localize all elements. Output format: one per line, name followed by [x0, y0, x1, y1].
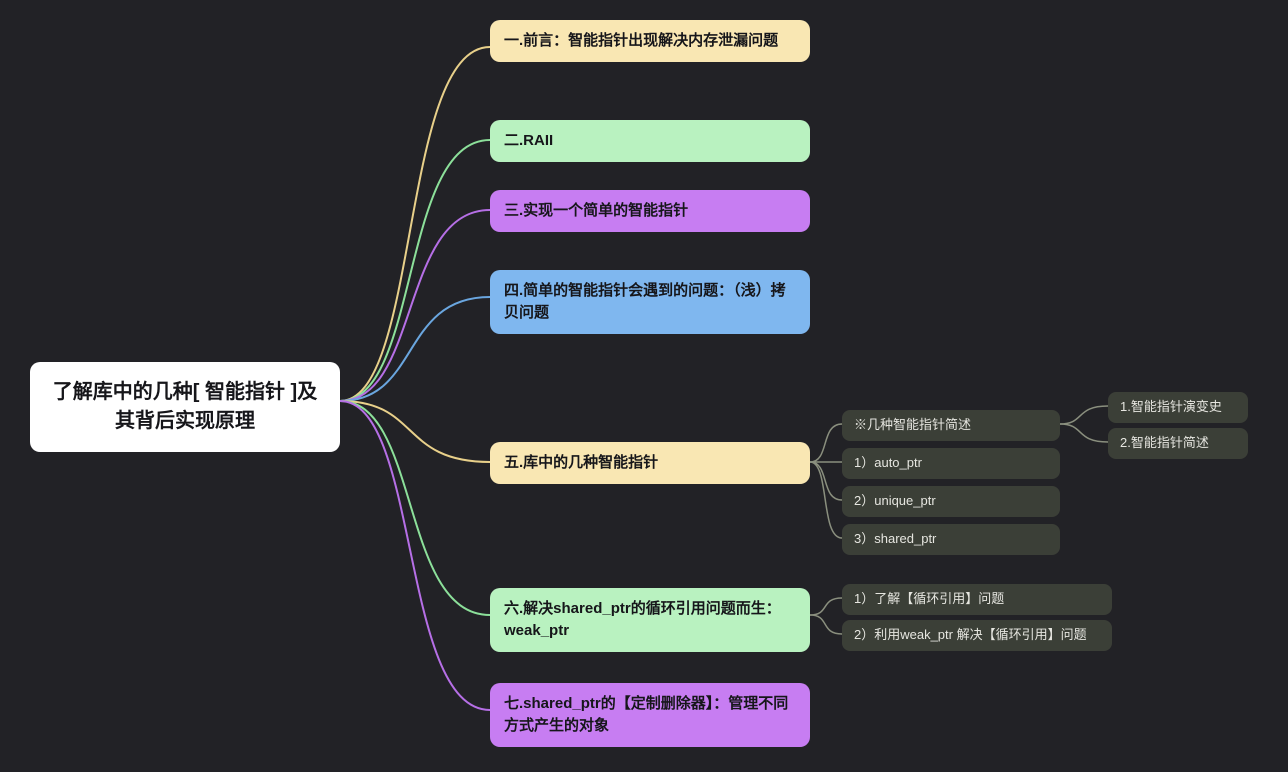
root-node[interactable]: 了解库中的几种[ 智能指针 ]及其背后实现原理: [30, 362, 340, 452]
branch-3-label: 三.实现一个简单的智能指针: [504, 202, 688, 219]
branch-5-grandchild-0-label: 1.智能指针演变史: [1120, 399, 1222, 414]
branch-2[interactable]: 二.RAII: [490, 120, 810, 162]
branch-5-label: 五.库中的几种智能指针: [504, 454, 658, 471]
root-title: 了解库中的几种[ 智能指针 ]及其背后实现原理: [53, 381, 317, 432]
branch-5-child-3[interactable]: 3）shared_ptr: [842, 524, 1060, 555]
branch-5-grandchild-1-label: 2.智能指针简述: [1120, 435, 1209, 450]
mindmap-canvas: 了解库中的几种[ 智能指针 ]及其背后实现原理 一.前言：智能指针出现解决内存泄…: [0, 0, 1288, 772]
branch-4[interactable]: 四.简单的智能指针会遇到的问题：（浅）拷贝问题: [490, 270, 810, 334]
branch-4-label: 四.简单的智能指针会遇到的问题：（浅）拷贝问题: [504, 282, 786, 321]
branch-2-label: 二.RAII: [504, 132, 553, 149]
branch-5-child-1-label: 1）auto_ptr: [854, 455, 922, 470]
branch-5-child-0[interactable]: ※几种智能指针简述: [842, 410, 1060, 441]
branch-5-child-3-label: 3）shared_ptr: [854, 531, 936, 546]
branch-5-grandchild-1[interactable]: 2.智能指针简述: [1108, 428, 1248, 459]
branch-1-label: 一.前言：智能指针出现解决内存泄漏问题: [504, 32, 778, 49]
branch-5-child-2-label: 2）unique_ptr: [854, 493, 936, 508]
branch-6-child-1-label: 2）利用weak_ptr 解决【循环引用】问题: [854, 627, 1087, 642]
branch-5-child-2[interactable]: 2）unique_ptr: [842, 486, 1060, 517]
branch-6-child-1[interactable]: 2）利用weak_ptr 解决【循环引用】问题: [842, 620, 1112, 651]
branch-3[interactable]: 三.实现一个简单的智能指针: [490, 190, 810, 232]
branch-6[interactable]: 六.解决shared_ptr的循环引用问题而生：weak_ptr: [490, 588, 810, 652]
branch-7-label: 七.shared_ptr的【定制删除器】：管理不同方式产生的对象: [504, 695, 788, 734]
branch-7[interactable]: 七.shared_ptr的【定制删除器】：管理不同方式产生的对象: [490, 683, 810, 747]
branch-6-label: 六.解决shared_ptr的循环引用问题而生：weak_ptr: [504, 600, 781, 639]
branch-5[interactable]: 五.库中的几种智能指针: [490, 442, 810, 484]
branch-5-child-1[interactable]: 1）auto_ptr: [842, 448, 1060, 479]
branch-1[interactable]: 一.前言：智能指针出现解决内存泄漏问题: [490, 20, 810, 62]
branch-6-child-0-label: 1）了解【循环引用】问题: [854, 591, 1004, 606]
branch-6-child-0[interactable]: 1）了解【循环引用】问题: [842, 584, 1112, 615]
branch-5-grandchild-0[interactable]: 1.智能指针演变史: [1108, 392, 1248, 423]
branch-5-child-0-label: ※几种智能指针简述: [854, 417, 971, 432]
